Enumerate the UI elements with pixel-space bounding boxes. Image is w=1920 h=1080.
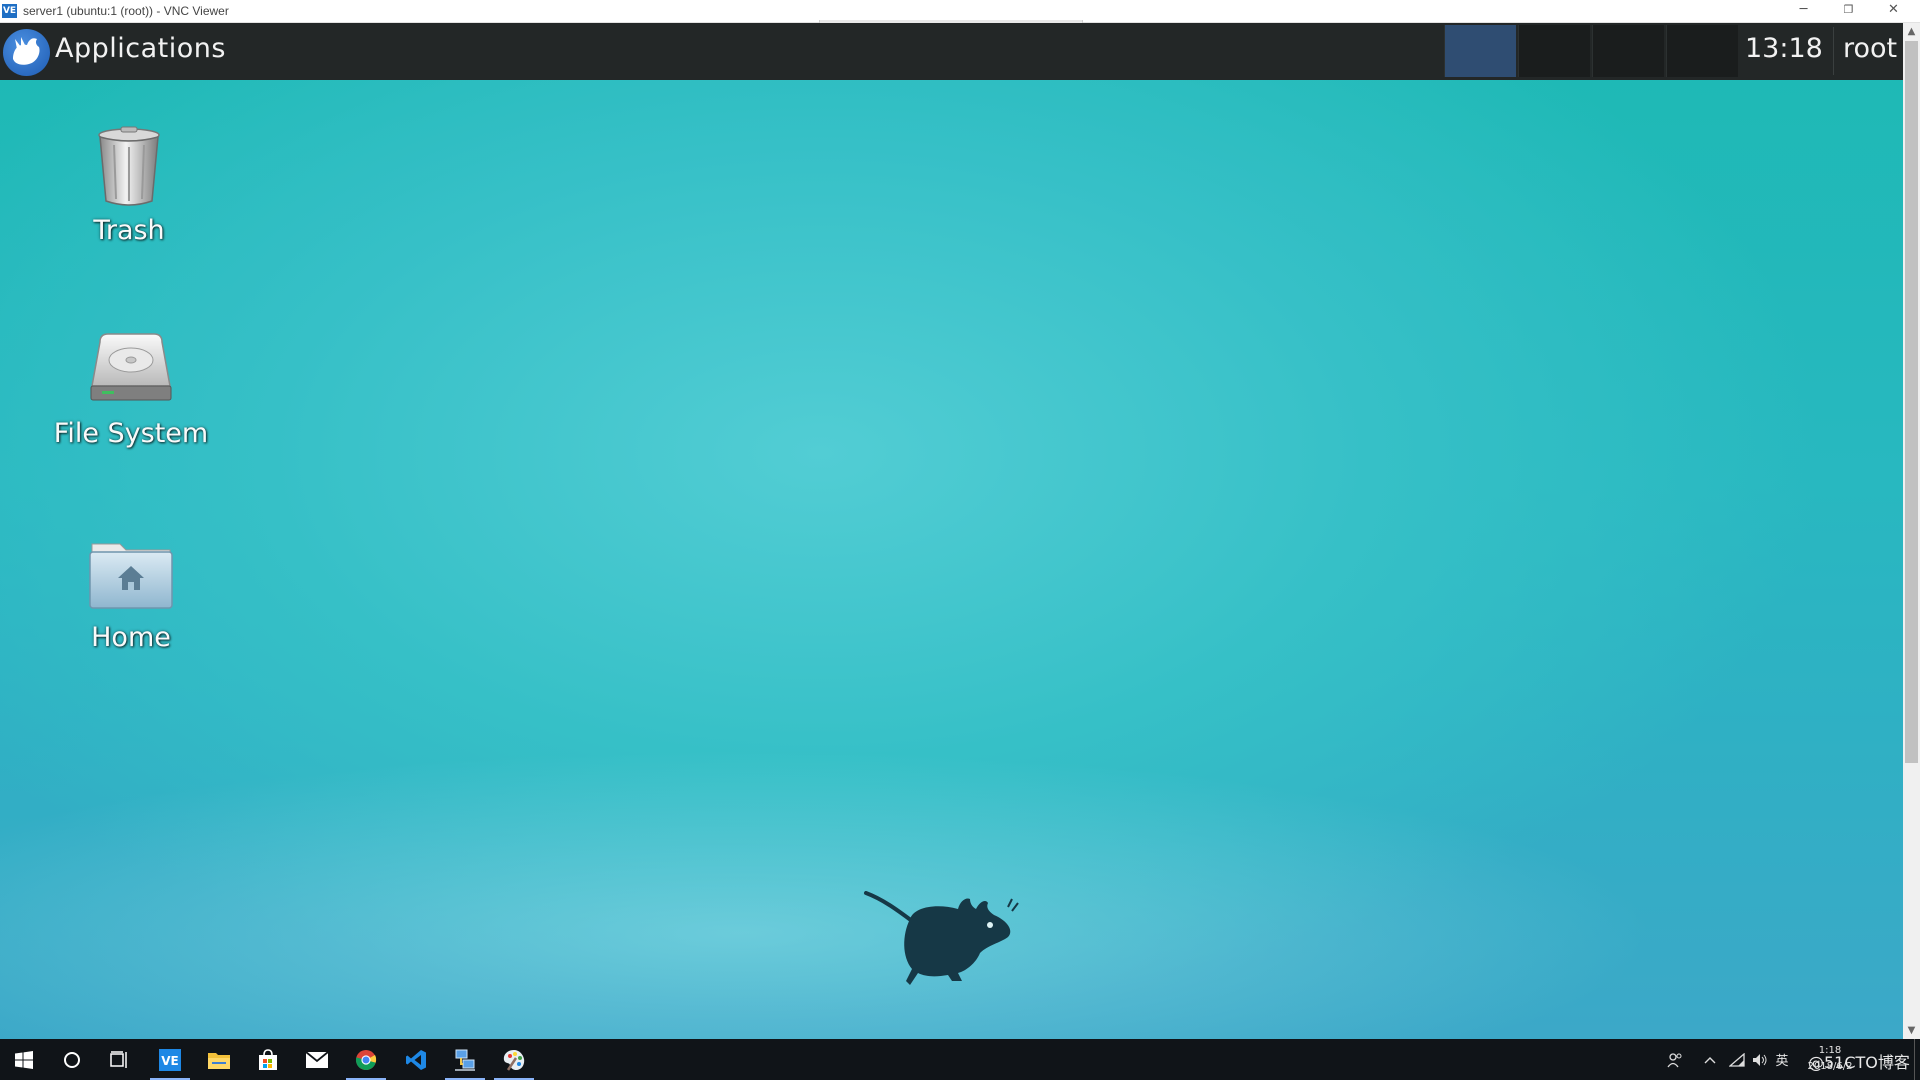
vnc-title-bar[interactable]: VE server1 (ubuntu:1 (root)) - VNC Viewe… [0,0,1920,25]
taskbar-microsoft-store[interactable] [244,1039,292,1080]
task-view-button[interactable] [96,1039,144,1080]
panel-separator [1833,27,1834,75]
task-view-icon [110,1050,127,1068]
scroll-up-icon[interactable]: ▲ [1903,23,1920,40]
network-wifi-icon[interactable] [1725,1039,1749,1080]
xfce-mouse-icon [13,37,40,65]
paint-palette-icon [503,1049,525,1071]
scroll-down-icon[interactable]: ▼ [1903,1022,1920,1039]
vnc-icon: VE [159,1048,181,1071]
windows-logo-icon [15,1050,33,1069]
xfce-wallpaper-mouse-icon [864,891,1019,985]
workspace-3[interactable] [1592,25,1664,77]
svg-text:VE: VE [161,1054,178,1068]
applications-menu[interactable]: Applications [55,33,226,64]
workspace-4[interactable] [1666,25,1738,77]
people-icon[interactable] [1662,1039,1688,1080]
trash-label: Trash [93,215,165,246]
search-circle-icon [64,1051,80,1068]
show-desktop-button[interactable] [1914,1039,1920,1080]
minimize-button[interactable]: ─ [1781,0,1826,22]
window-title: server1 (ubuntu:1 (root)) - VNC Viewer [23,4,229,18]
input-method-indicator[interactable]: 英 [1770,1039,1794,1080]
network-connection-icon [455,1049,475,1071]
taskbar-remote-connection[interactable] [441,1039,489,1080]
hard-drive-icon [86,326,176,412]
vertical-scrollbar[interactable]: ▲ ▼ [1903,23,1920,1039]
windows-taskbar: VE 英 1:18 2018/6/2 @51CTO博客 [0,1039,1920,1080]
xfce-top-panel: Applications 13:18 root [0,23,1903,80]
cortana-search-button[interactable] [48,1039,96,1080]
desktop-icon-file-system[interactable]: File System [41,326,221,449]
vnc-logo-icon: VE [2,4,17,18]
workspace-1[interactable] [1444,25,1516,77]
file-system-label: File System [53,418,209,449]
folder-icon [208,1052,230,1069]
volume-icon[interactable] [1748,1039,1772,1080]
taskbar-paint[interactable] [490,1039,538,1080]
home-folder-icon [86,530,176,616]
scrollbar-thumb[interactable] [1905,41,1918,763]
user-menu[interactable]: root [1843,33,1897,64]
taskbar-vscode[interactable] [392,1039,440,1080]
desktop-icon-trash[interactable]: Trash [39,123,219,246]
home-label: Home [91,622,171,653]
taskbar-mail[interactable] [293,1039,341,1080]
panel-clock[interactable]: 13:18 [1745,33,1823,64]
remote-desktop[interactable]: Applications 13:18 root Trash File Syste… [0,23,1903,1039]
start-button[interactable] [0,1039,48,1080]
taskbar-file-explorer[interactable] [195,1039,243,1080]
taskbar-chrome[interactable] [342,1039,390,1080]
store-bag-icon [259,1048,277,1070]
xfce-menu-icon[interactable] [3,29,50,76]
close-button[interactable]: ✕ [1871,0,1916,22]
desktop-icon-home[interactable]: Home [41,530,221,653]
workspace-2[interactable] [1518,25,1590,77]
chrome-icon [355,1049,377,1070]
restore-button[interactable]: ❐ [1826,0,1871,22]
mail-icon [305,1050,329,1068]
vscode-icon [406,1049,426,1070]
tray-overflow-chevron-icon[interactable] [1698,1039,1722,1080]
trash-icon [84,123,174,209]
watermark-text: @51CTO博客 [1808,1053,1910,1072]
taskbar-vnc-viewer[interactable]: VE [146,1039,194,1080]
